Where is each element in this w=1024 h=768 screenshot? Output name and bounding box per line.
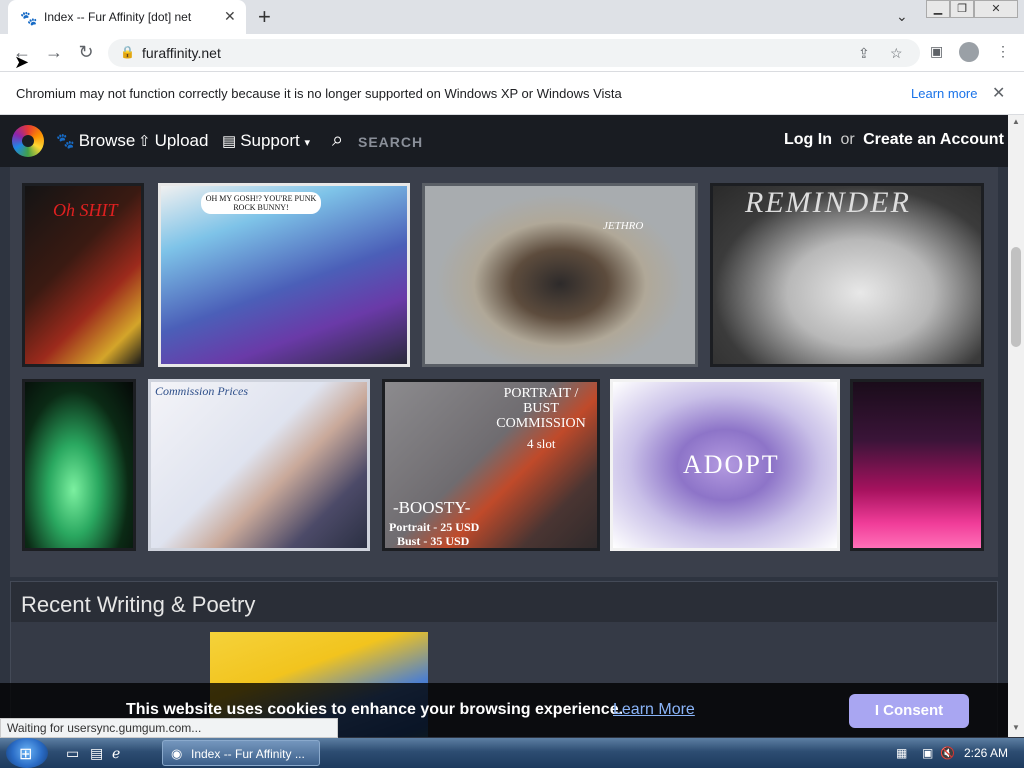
mouse-cursor-icon: ➤ <box>14 52 30 72</box>
thumb-caption: -BOOSTY- <box>393 498 471 517</box>
gallery-thumb[interactable]: ADOPT <box>610 379 840 551</box>
status-bar: Waiting for usersync.gumgum.com... <box>0 718 338 738</box>
taskbar-chromium-item[interactable]: ◉ Index -- Fur Affinity ... <box>162 740 320 766</box>
search-input[interactable] <box>358 131 478 153</box>
thumb-caption: OH MY GOSH!? YOU'RE PUNK ROCK BUNNY! <box>201 192 321 214</box>
page-viewport: 🐾Browse ⇧Upload ▤Support ▾ ⌕ Log In or C… <box>0 115 1008 737</box>
muted-speaker-icon[interactable]: 🔇 <box>940 746 955 760</box>
thumb-caption: ADOPT <box>683 450 780 479</box>
or-text: or <box>840 131 855 148</box>
lock-icon[interactable]: 🔒 <box>120 45 135 59</box>
scroll-up-icon[interactable]: ▲ <box>1012 117 1020 126</box>
infobar-message: Chromium may not function correctly beca… <box>16 86 622 101</box>
thumb-caption: Bust - 35 USD <box>397 534 470 548</box>
share-icon[interactable]: ⇪ <box>858 45 870 62</box>
chevron-down-icon[interactable]: ⌄ <box>896 8 908 25</box>
browser-toolbar: ← → ↻ 🔒 furaffinity.net ⇪ ☆ ▣ ⋮ <box>0 34 1024 72</box>
reload-icon[interactable]: ↻ <box>74 42 98 63</box>
gallery-thumb[interactable]: PORTRAIT / BUST COMMISSION 4 slot -BOOST… <box>382 379 600 551</box>
gallery-thumb[interactable]: Commission Prices <box>148 379 370 551</box>
site-navbar: 🐾Browse ⇧Upload ▤Support ▾ ⌕ Log In or C… <box>0 115 1008 167</box>
paw-icon: 🐾 <box>56 133 75 150</box>
thumb-caption: 4 slot <box>527 436 556 451</box>
chromium-icon: ◉ <box>171 746 183 761</box>
scroll-thumb[interactable] <box>1011 247 1021 347</box>
star-icon[interactable]: ☆ <box>890 45 903 62</box>
network-icon[interactable]: ▦ <box>896 746 907 760</box>
restore-icon[interactable]: ❐ <box>950 0 974 18</box>
window-controls: ▁ ❐ ✕ <box>926 0 1020 18</box>
browser-tab[interactable]: 🐾 Index -- Fur Affinity [dot] net ✕ <box>8 0 246 34</box>
consent-button[interactable]: I Consent <box>849 694 969 728</box>
nav-support[interactable]: ▤ Support ▾ <box>222 131 310 151</box>
side-panel-icon[interactable]: ▣ <box>930 43 943 60</box>
gallery-thumb[interactable]: Oh SHIT <box>22 183 144 367</box>
upload-icon: ⇧ <box>138 133 151 150</box>
start-button[interactable]: ⊞ <box>6 738 48 768</box>
support-icon: ▤ <box>222 133 237 150</box>
page-scrollbar[interactable]: ▲ ▼ <box>1008 115 1024 737</box>
tab-title: Index -- Fur Affinity [dot] net <box>44 10 192 24</box>
kebab-menu-icon[interactable]: ⋮ <box>996 43 1010 60</box>
address-bar[interactable]: 🔒 furaffinity.net ⇪ ☆ <box>108 39 920 67</box>
gallery-thumb[interactable]: OH MY GOSH!? YOU'RE PUNK ROCK BUNNY! <box>158 183 410 367</box>
show-desktop-icon[interactable]: ▭ <box>66 745 79 762</box>
gallery-thumb[interactable]: REMINDER <box>710 183 984 367</box>
taskbar-clock[interactable]: 2:26 AM <box>964 746 1008 760</box>
forward-arrow-icon[interactable]: → <box>42 42 66 63</box>
task-label: Index -- Fur Affinity ... <box>191 747 305 761</box>
gallery-grid: Oh SHIT OH MY GOSH!? YOU'RE PUNK ROCK BU… <box>10 167 998 577</box>
minimize-icon[interactable]: ▁ <box>926 0 950 18</box>
site-logo[interactable] <box>12 125 44 157</box>
windows-logo-icon: ⊞ <box>19 746 33 763</box>
thumb-caption: Oh SHIT <box>53 200 118 220</box>
gallery-thumb[interactable] <box>22 379 136 551</box>
thumb-caption: Portrait - 25 USD <box>389 520 480 534</box>
ie-icon[interactable]: ℯ <box>112 745 120 762</box>
tab-strip: 🐾 Index -- Fur Affinity [dot] net ✕ + ⌄ … <box>0 0 1024 34</box>
monitor-icon[interactable]: ▣ <box>922 746 933 760</box>
thumb-caption: PORTRAIT / BUST COMMISSION <box>496 386 586 431</box>
scroll-down-icon[interactable]: ▼ <box>1012 723 1020 732</box>
explorer-icon[interactable]: ▤ <box>90 745 103 762</box>
nav-browse[interactable]: 🐾 Browse <box>56 131 135 151</box>
thumb-caption: Commission Prices <box>155 384 248 398</box>
infobar-close-icon[interactable]: ✕ <box>992 83 1005 103</box>
gallery-thumb[interactable]: JETHRO <box>422 183 698 367</box>
auth-links: Log In or Create an Account <box>784 131 1004 149</box>
windows-taskbar: ⊞ ▭ ▤ ℯ ◉ Index -- Fur Affinity ... ▦ ▣ … <box>0 738 1024 768</box>
close-tab-icon[interactable]: ✕ <box>224 8 236 25</box>
search-icon[interactable]: ⌕ <box>332 129 343 152</box>
login-link[interactable]: Log In <box>784 131 832 148</box>
window-close-icon[interactable]: ✕ <box>974 0 1018 18</box>
paw-icon: 🐾 <box>20 10 38 26</box>
cookie-message: This website uses cookies to enhance you… <box>126 701 624 718</box>
thumb-caption: REMINDER <box>745 186 911 219</box>
create-account-link[interactable]: Create an Account <box>863 131 1004 148</box>
section-title: Recent Writing & Poetry <box>21 592 256 617</box>
nav-upload[interactable]: ⇧ Upload <box>138 131 208 151</box>
infobar-learn-more-link[interactable]: Learn more <box>911 86 977 101</box>
cookie-learn-more-link[interactable]: Learn More <box>613 701 695 719</box>
section-header: Recent Writing & Poetry <box>11 582 997 622</box>
unsupported-os-infobar: Chromium may not function correctly beca… <box>0 72 1024 115</box>
url-text[interactable]: furaffinity.net <box>142 45 221 61</box>
caret-down-icon: ▾ <box>304 137 310 149</box>
new-tab-icon[interactable]: + <box>258 4 271 30</box>
profile-avatar-icon[interactable] <box>959 42 979 62</box>
gallery-thumb[interactable] <box>850 379 984 551</box>
thumb-caption: JETHRO <box>603 220 644 232</box>
